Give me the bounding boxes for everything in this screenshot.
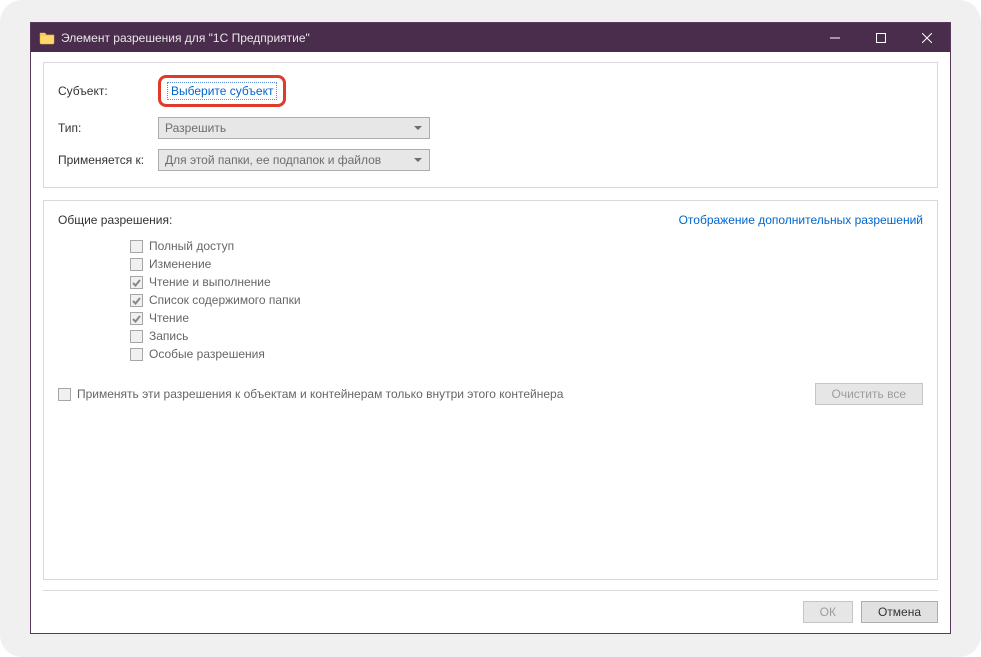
callout-highlight: Выберите субъект	[158, 75, 286, 107]
apply-only-container: Применять эти разрешения к объектам и ко…	[58, 387, 563, 401]
permission-label: Чтение	[149, 311, 189, 325]
checkbox-modify[interactable]	[130, 258, 143, 271]
list-item: Изменение	[130, 257, 923, 271]
checkbox-full-control[interactable]	[130, 240, 143, 253]
permission-label: Особые разрешения	[149, 347, 265, 361]
applies-row: Применяется к: Для этой папки, ее подпап…	[58, 149, 923, 171]
applies-value: Для этой папки, ее подпапок и файлов	[165, 153, 381, 167]
list-item: Чтение	[130, 311, 923, 325]
maximize-button[interactable]	[858, 23, 904, 52]
dialog-window: Элемент разрешения для "1С Предприятие" …	[30, 22, 951, 634]
titlebar: Элемент разрешения для "1С Предприятие"	[31, 23, 950, 52]
checkbox-write[interactable]	[130, 330, 143, 343]
checkbox-list-folder[interactable]	[130, 294, 143, 307]
folder-icon	[39, 30, 55, 46]
apply-row: Применять эти разрешения к объектам и ко…	[58, 383, 923, 405]
list-item: Чтение и выполнение	[130, 275, 923, 289]
permissions-list: Полный доступ Изменение Чтение и выполне…	[130, 239, 923, 361]
apply-only-label: Применять эти разрешения к объектам и ко…	[77, 387, 563, 401]
applies-combobox[interactable]: Для этой папки, ее подпапок и файлов	[158, 149, 430, 171]
close-button[interactable]	[904, 23, 950, 52]
dialog-footer: ОК Отмена	[31, 591, 950, 633]
cancel-button[interactable]: Отмена	[861, 601, 938, 623]
type-label: Тип:	[58, 121, 158, 135]
clear-all-button[interactable]: Очистить все	[815, 383, 923, 405]
select-subject-link[interactable]: Выберите субъект	[167, 82, 277, 100]
permissions-header: Общие разрешения: Отображение дополнител…	[58, 213, 923, 227]
window-controls	[812, 23, 950, 52]
permission-label: Запись	[149, 329, 188, 343]
list-item: Запись	[130, 329, 923, 343]
checkbox-special[interactable]	[130, 348, 143, 361]
type-value: Разрешить	[165, 121, 226, 135]
chevron-down-icon	[413, 122, 423, 136]
checkbox-read-execute[interactable]	[130, 276, 143, 289]
checkbox-read[interactable]	[130, 312, 143, 325]
permission-label: Список содержимого папки	[149, 293, 301, 307]
principal-panel: Субъект: Выберите субъект Тип: Разрешить…	[43, 62, 938, 188]
list-item: Особые разрешения	[130, 347, 923, 361]
type-combobox[interactable]: Разрешить	[158, 117, 430, 139]
applies-label: Применяется к:	[58, 153, 158, 167]
subject-row: Субъект: Выберите субъект	[58, 75, 923, 107]
type-row: Тип: Разрешить	[58, 117, 923, 139]
checkbox-apply-only[interactable]	[58, 388, 71, 401]
subject-label: Субъект:	[58, 84, 158, 98]
window-title: Элемент разрешения для "1С Предприятие"	[61, 31, 812, 45]
list-item: Список содержимого папки	[130, 293, 923, 307]
client-area: Субъект: Выберите субъект Тип: Разрешить…	[31, 52, 950, 590]
advanced-permissions-link[interactable]: Отображение дополнительных разрешений	[679, 213, 923, 227]
list-item: Полный доступ	[130, 239, 923, 253]
basic-permissions-title: Общие разрешения:	[58, 213, 172, 227]
permission-label: Полный доступ	[149, 239, 234, 253]
ok-button[interactable]: ОК	[803, 601, 853, 623]
permission-label: Изменение	[149, 257, 211, 271]
chevron-down-icon	[413, 154, 423, 168]
permissions-panel: Общие разрешения: Отображение дополнител…	[43, 200, 938, 580]
permission-label: Чтение и выполнение	[149, 275, 271, 289]
minimize-button[interactable]	[812, 23, 858, 52]
